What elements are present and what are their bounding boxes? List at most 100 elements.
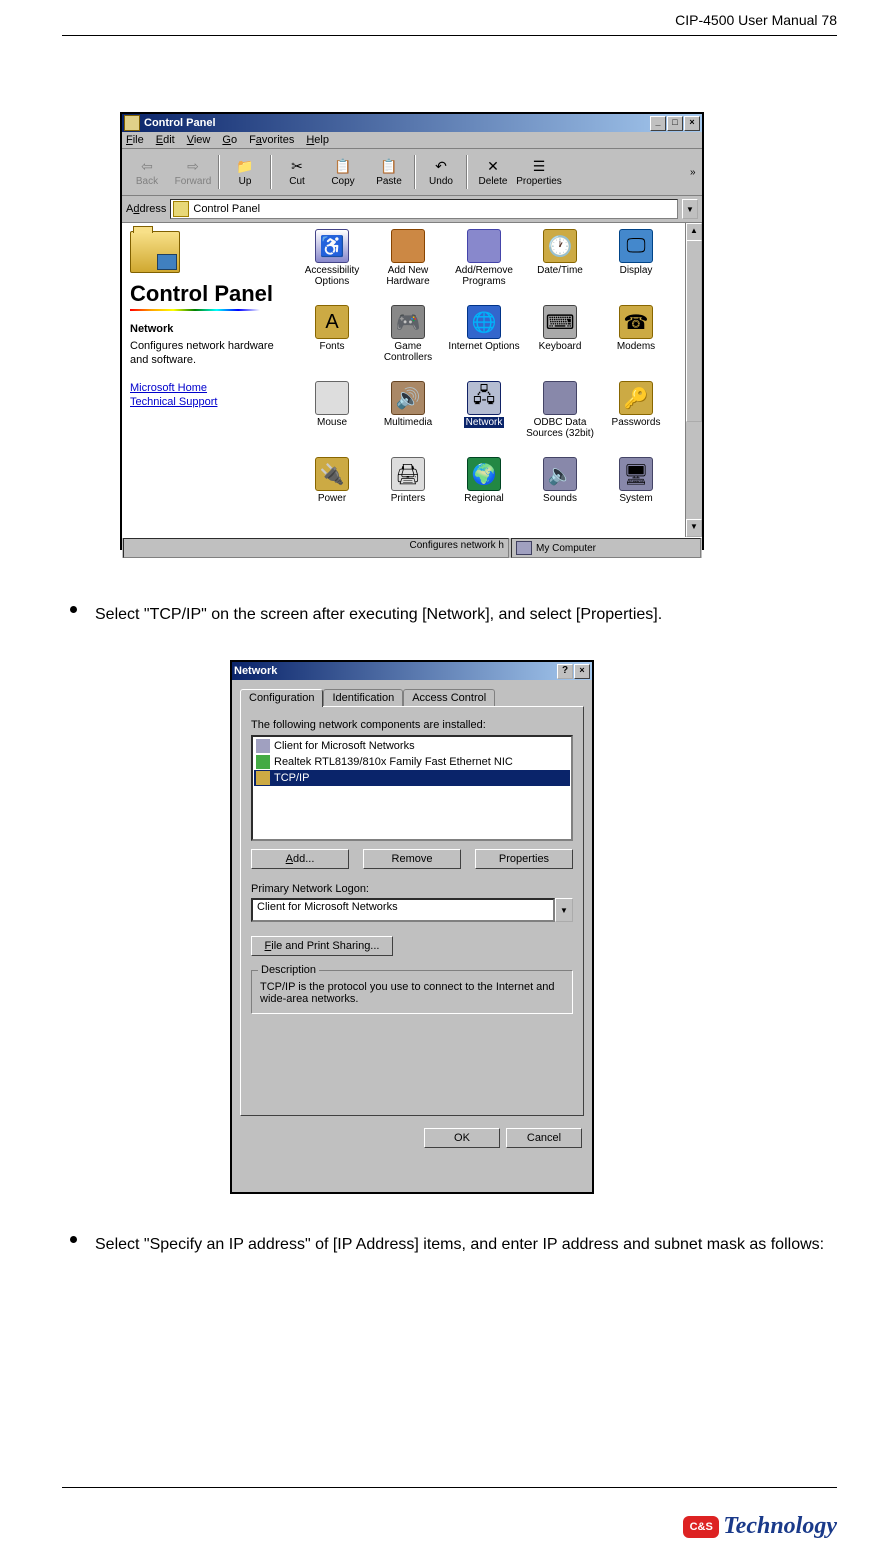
selected-name: Network bbox=[130, 323, 284, 335]
delete-button[interactable]: ✕Delete bbox=[470, 152, 516, 192]
menu-file[interactable]: File bbox=[126, 134, 144, 146]
maximize-button[interactable]: □ bbox=[667, 116, 683, 131]
list-item-selected[interactable]: TCP/IP bbox=[254, 770, 570, 786]
scroll-thumb[interactable] bbox=[686, 240, 702, 422]
paste-button[interactable]: 📋Paste bbox=[366, 152, 412, 192]
instruction-1: Select "TCP/IP" on the screen after exec… bbox=[95, 600, 837, 630]
fonts-icon: A bbox=[315, 305, 349, 339]
item-display[interactable]: 🖵Display bbox=[598, 229, 674, 303]
footer-logo: C&S Technology bbox=[683, 1513, 837, 1540]
game-icon: 🎮 bbox=[391, 305, 425, 339]
properties-button[interactable]: Properties bbox=[475, 849, 573, 869]
item-datetime[interactable]: 🕐Date/Time bbox=[522, 229, 598, 303]
list-item[interactable]: Client for Microsoft Networks bbox=[254, 738, 570, 754]
network-icon: 🖧 bbox=[467, 381, 501, 415]
instruction-2: Select "Specify an IP address" of [IP Ad… bbox=[95, 1230, 837, 1260]
keyboard-icon: ⌨ bbox=[543, 305, 577, 339]
scroll-down[interactable]: ▼ bbox=[686, 519, 702, 537]
item-printers[interactable]: 🖨Printers bbox=[370, 457, 446, 531]
hardware-icon bbox=[391, 229, 425, 263]
logon-value: Client for Microsoft Networks bbox=[251, 898, 555, 922]
item-game[interactable]: 🎮Game Controllers bbox=[370, 305, 446, 379]
component-list[interactable]: Client for Microsoft Networks Realtek RT… bbox=[251, 735, 573, 841]
item-modems[interactable]: ☎Modems bbox=[598, 305, 674, 379]
address-dropdown[interactable]: ▼ bbox=[682, 199, 698, 219]
item-fonts[interactable]: AFonts bbox=[294, 305, 370, 379]
tab-panel: The following network components are ins… bbox=[240, 706, 584, 1116]
menu-view[interactable]: View bbox=[187, 134, 211, 146]
item-mouse[interactable]: Mouse bbox=[294, 381, 370, 455]
item-system[interactable]: 🖥System bbox=[598, 457, 674, 531]
close-button[interactable]: × bbox=[684, 116, 700, 131]
cut-icon: ✂ bbox=[287, 158, 307, 176]
properties-icon: ☰ bbox=[529, 158, 549, 176]
toolbar-overflow[interactable]: » bbox=[690, 167, 700, 178]
logon-combo[interactable]: Client for Microsoft Networks ▼ bbox=[251, 898, 573, 922]
window-title: Control Panel bbox=[144, 117, 216, 129]
multimedia-icon: 🔊 bbox=[391, 381, 425, 415]
scrollbar[interactable]: ▲ ▼ bbox=[685, 223, 702, 537]
titlebar[interactable]: Control Panel _ □ × bbox=[122, 114, 702, 132]
minimize-button[interactable]: _ bbox=[650, 116, 666, 131]
footer-rule bbox=[62, 1487, 837, 1488]
display-icon: 🖵 bbox=[619, 229, 653, 263]
item-network[interactable]: 🖧Network bbox=[446, 381, 522, 455]
item-multimedia[interactable]: 🔊Multimedia bbox=[370, 381, 446, 455]
title-underline bbox=[130, 309, 260, 311]
properties-button[interactable]: ☰Properties bbox=[516, 152, 562, 192]
tab-identification[interactable]: Identification bbox=[323, 689, 403, 707]
file-print-sharing-button[interactable]: File and Print Sharing... bbox=[251, 936, 393, 956]
pane-title: Control Panel bbox=[130, 281, 284, 307]
item-add-remove[interactable]: Add/Remove Programs bbox=[446, 229, 522, 303]
undo-button[interactable]: ↶Undo bbox=[418, 152, 464, 192]
ok-button[interactable]: OK bbox=[424, 1128, 500, 1148]
item-internet[interactable]: 🌐Internet Options bbox=[446, 305, 522, 379]
link-ms-home[interactable]: Microsoft Home bbox=[130, 382, 284, 394]
remove-button[interactable]: Remove bbox=[363, 849, 461, 869]
copy-icon: 📋 bbox=[333, 158, 353, 176]
up-button[interactable]: 📁Up bbox=[222, 152, 268, 192]
tab-configuration[interactable]: Configuration bbox=[240, 689, 323, 707]
item-sounds[interactable]: 🔈Sounds bbox=[522, 457, 598, 531]
menu-help[interactable]: Help bbox=[306, 134, 329, 146]
item-add-hardware[interactable]: Add New Hardware bbox=[370, 229, 446, 303]
address-label: Address bbox=[126, 203, 166, 215]
item-power[interactable]: 🔌Power bbox=[294, 457, 370, 531]
help-button[interactable]: ? bbox=[557, 664, 573, 679]
add-button[interactable]: Add... bbox=[251, 849, 349, 869]
page-header: CIP-4500 User Manual 78 bbox=[675, 12, 837, 28]
back-button[interactable]: ⇦Back bbox=[124, 152, 170, 192]
cancel-button[interactable]: Cancel bbox=[506, 1128, 582, 1148]
item-passwords[interactable]: 🔑Passwords bbox=[598, 381, 674, 455]
link-tech-support[interactable]: Technical Support bbox=[130, 396, 284, 408]
client-icon bbox=[256, 739, 270, 753]
cut-button[interactable]: ✂Cut bbox=[274, 152, 320, 192]
forward-button[interactable]: ⇨Forward bbox=[170, 152, 216, 192]
item-accessibility[interactable]: ♿Accessibility Options bbox=[294, 229, 370, 303]
address-box[interactable]: Control Panel bbox=[170, 199, 678, 219]
address-bar: Address Control Panel ▼ bbox=[122, 196, 702, 223]
forward-icon: ⇨ bbox=[183, 158, 203, 176]
copy-button[interactable]: 📋Copy bbox=[320, 152, 366, 192]
list-item[interactable]: Realtek RTL8139/810x Family Fast Etherne… bbox=[254, 754, 570, 770]
menu-edit[interactable]: Edit bbox=[156, 134, 175, 146]
selected-desc: Configures network hardware and software… bbox=[130, 339, 284, 368]
tab-access-control[interactable]: Access Control bbox=[403, 689, 495, 707]
menu-go[interactable]: Go bbox=[222, 134, 237, 146]
sounds-icon: 🔈 bbox=[543, 457, 577, 491]
item-keyboard[interactable]: ⌨Keyboard bbox=[522, 305, 598, 379]
titlebar[interactable]: Network ? × bbox=[232, 662, 592, 680]
power-icon: 🔌 bbox=[315, 457, 349, 491]
combo-dropdown[interactable]: ▼ bbox=[555, 898, 573, 922]
accessibility-icon: ♿ bbox=[315, 229, 349, 263]
control-panel-icon bbox=[124, 115, 140, 131]
item-regional[interactable]: 🌍Regional bbox=[446, 457, 522, 531]
scroll-up[interactable]: ▲ bbox=[686, 223, 702, 241]
close-button[interactable]: × bbox=[574, 664, 590, 679]
control-panel-window: Control Panel _ □ × File Edit View Go Fa… bbox=[120, 112, 704, 550]
description-text: TCP/IP is the protocol you use to connec… bbox=[260, 981, 564, 1005]
datetime-icon: 🕐 bbox=[543, 229, 577, 263]
logo-text: Technology bbox=[723, 1513, 837, 1540]
item-odbc[interactable]: ODBC Data Sources (32bit) bbox=[522, 381, 598, 455]
menu-favorites[interactable]: Favorites bbox=[249, 134, 294, 146]
